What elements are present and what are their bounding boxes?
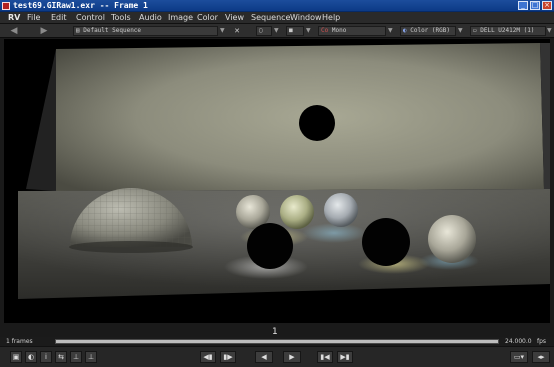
menu-color[interactable]: Color bbox=[197, 13, 218, 22]
background-button[interactable]: ■ bbox=[286, 26, 304, 36]
forward-arrow-icon[interactable]: ▶ bbox=[38, 26, 50, 36]
current-frame-number: 1 bbox=[272, 327, 278, 337]
menu-sequence[interactable]: Sequence bbox=[251, 13, 290, 22]
toolbar: ◀ ▶ ▤ Default Sequence ▼ ✕ ▢ ▼ ■ ▼ Co Mo… bbox=[0, 24, 554, 38]
wipe-tool-icon[interactable]: ✕ bbox=[232, 26, 242, 36]
sequence-selector[interactable]: ▤ Default Sequence bbox=[73, 26, 218, 36]
frames-count-label: 1 frames bbox=[6, 338, 33, 345]
image-viewer[interactable] bbox=[4, 39, 550, 323]
target-fps: 24.00 bbox=[505, 338, 523, 345]
jump-start-button[interactable]: ▮◀ bbox=[317, 351, 333, 363]
rv-logo: RV bbox=[8, 13, 21, 22]
frame-mode-button[interactable]: ▢ bbox=[256, 26, 272, 36]
background-swatch-icon: ■ bbox=[289, 27, 293, 34]
maximize-button[interactable]: □ bbox=[530, 1, 540, 10]
display-label: DELL U2412M (1) bbox=[480, 27, 535, 34]
mark-in-icon[interactable]: ⊥ bbox=[70, 351, 82, 363]
app-icon bbox=[2, 2, 10, 10]
fullscreen-toggle-button[interactable]: ◂▸ bbox=[532, 351, 550, 363]
menu-help[interactable]: Help bbox=[322, 13, 340, 22]
step-forward-button[interactable]: ▮▶ bbox=[220, 351, 236, 363]
minimize-button[interactable]: _ bbox=[518, 1, 528, 10]
color-label: Color (RGB) bbox=[410, 27, 450, 34]
timeline-scrubber[interactable] bbox=[55, 339, 499, 344]
menu-audio[interactable]: Audio bbox=[139, 13, 162, 22]
mark-out-icon[interactable]: ⊥ bbox=[85, 351, 97, 363]
menu-file[interactable]: File bbox=[27, 13, 40, 22]
color-selector[interactable]: ◐ Color (RGB) bbox=[400, 26, 456, 36]
timeline: 1 frames 24.00 0.0 fps bbox=[0, 337, 554, 346]
play-backward-button[interactable]: ◀ bbox=[255, 351, 273, 363]
menu-bar: RV File Edit Control Tools Audio Image C… bbox=[0, 12, 554, 24]
menu-window[interactable]: Window bbox=[290, 13, 322, 22]
step-back-button[interactable]: ◀▮ bbox=[200, 351, 216, 363]
play-forward-button[interactable]: ▶ bbox=[283, 351, 301, 363]
window-title-bar: test69.GIRaw1.exr -- Frame 1 _ □ × bbox=[0, 0, 554, 12]
menu-image[interactable]: Image bbox=[168, 13, 193, 22]
menu-edit[interactable]: Edit bbox=[51, 13, 67, 22]
loop-mode-icon[interactable]: ⇆ bbox=[55, 351, 67, 363]
display-options-button[interactable]: ▭▾ bbox=[510, 351, 528, 363]
sequence-label: Default Sequence bbox=[83, 27, 142, 34]
menu-tools[interactable]: Tools bbox=[111, 13, 131, 22]
channel-label: Mono bbox=[331, 27, 347, 34]
color-inspector-icon[interactable]: ◐ bbox=[25, 351, 37, 363]
menu-view[interactable]: View bbox=[225, 13, 244, 22]
background-chevron-down-icon[interactable]: ▼ bbox=[306, 26, 311, 36]
jump-end-button[interactable]: ▶▮ bbox=[337, 351, 353, 363]
sequence-chevron-down-icon[interactable]: ▼ bbox=[220, 26, 225, 36]
frame-chevron-down-icon[interactable]: ▼ bbox=[274, 26, 279, 36]
close-button[interactable]: × bbox=[542, 1, 552, 10]
window-title: test69.GIRaw1.exr -- Frame 1 bbox=[13, 1, 148, 10]
rendered-scene-image bbox=[4, 39, 550, 323]
display-chevron-down-icon[interactable]: ▼ bbox=[547, 26, 552, 36]
actual-fps: 0.0 bbox=[522, 338, 532, 345]
fps-unit-label: fps bbox=[537, 338, 547, 345]
playback-control-bar: ▣ ◐ i ⇆ ⊥ ⊥ ◀▮ ▮▶ ◀ ▶ ▮◀ ▶▮ ▭▾ ◂▸ bbox=[0, 346, 554, 367]
frame-icon: ▢ bbox=[259, 27, 263, 34]
info-icon[interactable]: i bbox=[40, 351, 52, 363]
back-arrow-icon[interactable]: ◀ bbox=[8, 26, 20, 36]
color-chevron-down-icon[interactable]: ▼ bbox=[458, 26, 463, 36]
channel-prefix: Co bbox=[321, 27, 329, 34]
menu-control[interactable]: Control bbox=[76, 13, 105, 22]
channel-chevron-down-icon[interactable]: ▼ bbox=[388, 26, 393, 36]
channel-selector[interactable]: Co Mono bbox=[318, 26, 386, 36]
display-selector[interactable]: ▭ DELL U2412M (1) bbox=[470, 26, 546, 36]
viewer-mode-icon[interactable]: ▣ bbox=[10, 351, 22, 363]
